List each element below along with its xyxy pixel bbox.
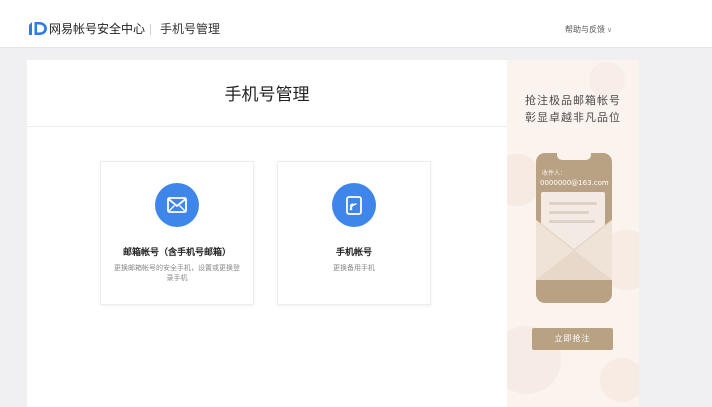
chevron-down-icon: ∨ bbox=[607, 26, 613, 34]
phone-card-title: 手机帐号 bbox=[335, 248, 372, 258]
main-panel: 手机号管理 邮箱帐号（含手机号邮箱） 更换邮箱帐号的安全手机，设置或更换登录手机… bbox=[27, 60, 507, 407]
page-subtitle: 手机号管理 bbox=[160, 22, 221, 36]
phone-card-desc: 更换备用手机 bbox=[333, 264, 375, 272]
help-feedback-menu[interactable]: 帮助与反馈 ∨ bbox=[565, 24, 612, 36]
email-account-card[interactable]: 邮箱帐号（含手机号邮箱） 更换邮箱帐号的安全手机，设置或更换登录手机 bbox=[100, 161, 254, 305]
phone-notch bbox=[557, 153, 591, 160]
phone-account-card[interactable]: 手机帐号 更换备用手机 bbox=[277, 161, 431, 305]
ad-slogan-line2: 彰显卓越非凡品位 bbox=[525, 111, 621, 124]
top-header: 网易帐号安全中心 手机号管理 帮助与反馈 ∨ bbox=[0, 0, 712, 48]
phone-signal-icon bbox=[332, 183, 376, 227]
register-now-button[interactable]: 立即抢注 bbox=[532, 328, 613, 350]
recipient-email: 0000000@163.com bbox=[540, 179, 609, 187]
promo-ad-panel[interactable]: 抢注极品邮箱帐号 彰显卓越非凡品位 收件人： 0000000@163.com 立… bbox=[507, 60, 639, 407]
main-title-bar: 手机号管理 bbox=[27, 60, 507, 127]
help-feedback-label: 帮助与反馈 bbox=[565, 25, 605, 34]
page-title: 手机号管理 bbox=[224, 85, 310, 105]
netease-id-logo-icon[interactable] bbox=[28, 20, 48, 37]
envelope-illustration bbox=[536, 220, 612, 280]
brand-title[interactable]: 网易帐号安全中心 bbox=[49, 21, 145, 37]
ad-slogan-line1: 抢注极品邮箱帐号 bbox=[525, 94, 621, 107]
envelope-icon bbox=[155, 183, 199, 227]
email-card-title: 邮箱帐号（含手机号邮箱） bbox=[122, 248, 231, 258]
email-card-desc: 更换邮箱帐号的安全手机，设置或更换登录手机 bbox=[114, 264, 240, 282]
recipient-label: 收件人： bbox=[542, 170, 567, 177]
header-divider bbox=[150, 24, 151, 35]
